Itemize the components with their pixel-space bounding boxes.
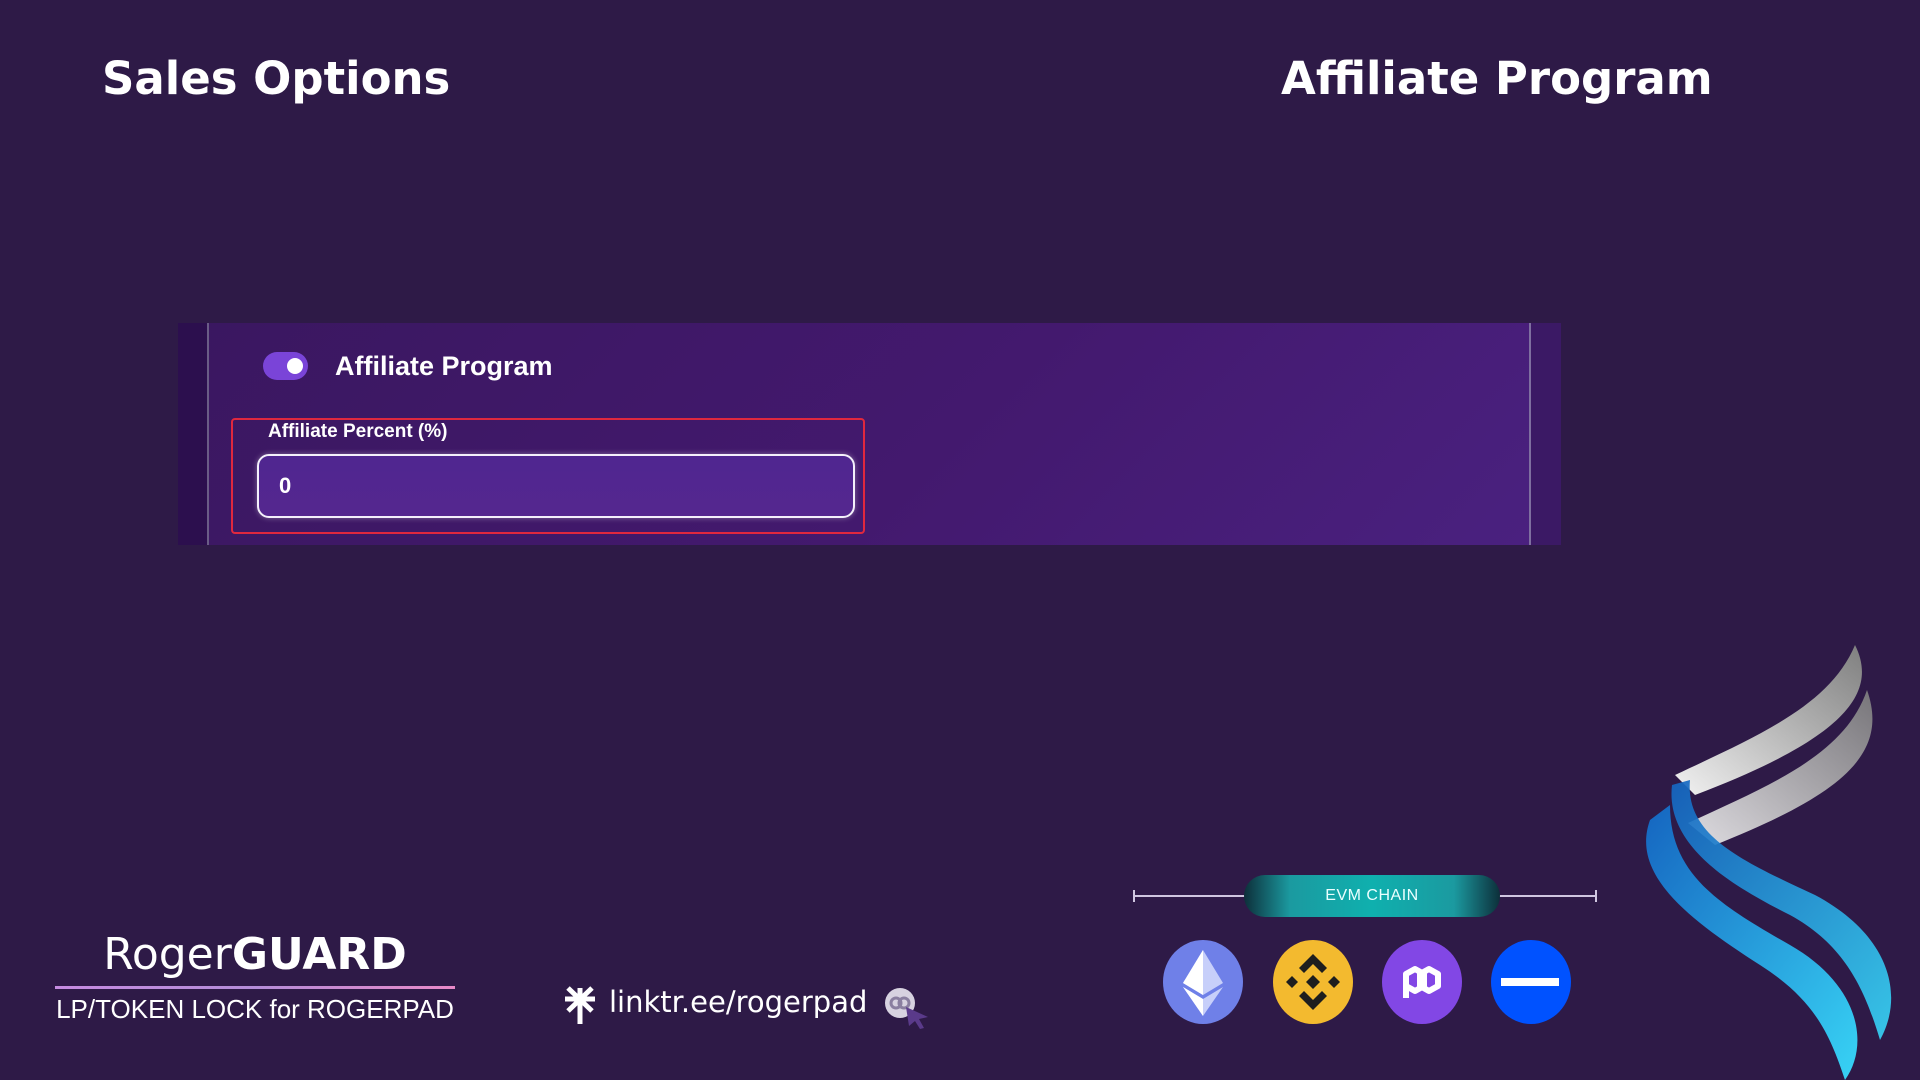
affiliate-program-toggle-label: Affiliate Program: [335, 351, 553, 381]
brand-name-bold: GUARD: [231, 929, 407, 980]
panel-right-edge: [1531, 323, 1561, 545]
evm-chain-badge: EVM CHAIN: [1244, 875, 1500, 917]
affiliate-program-toggle[interactable]: [263, 352, 308, 380]
affiliate-percent-input[interactable]: [257, 454, 855, 518]
link-click-icon: [885, 988, 928, 1029]
linktree-asterisk-icon: [565, 986, 595, 1024]
chain-line-right-tick: [1595, 890, 1597, 902]
bnb-chain-icon: [1273, 940, 1353, 1024]
brand-underline: [55, 986, 455, 989]
affiliate-percent-label: Affiliate Percent (%): [268, 421, 448, 442]
brand-name-light: Roger: [103, 929, 232, 980]
chain-line-left: [1134, 895, 1246, 897]
base-network-icon: [1491, 940, 1571, 1024]
ethereum-icon: [1163, 940, 1243, 1024]
polygon-icon: [1382, 940, 1462, 1024]
affiliate-settings-panel: Affiliate Program Affiliate Percent (%): [178, 323, 1561, 545]
feature-title: Affiliate Program: [1281, 52, 1713, 105]
toggle-knob: [287, 358, 303, 374]
linktree-link[interactable]: linktr.ee/rogerpad: [609, 985, 867, 1019]
section-title: Sales Options: [102, 52, 451, 105]
panel-left-edge: [178, 323, 207, 545]
panel-left-divider: [207, 323, 209, 545]
rogerpad-swoosh-logo: [1646, 645, 1892, 1080]
brand-logo: RogerGUARD: [55, 925, 455, 985]
brand-tagline: LP/TOKEN LOCK for ROGERPAD: [56, 994, 454, 1024]
chain-line-right: [1498, 895, 1596, 897]
